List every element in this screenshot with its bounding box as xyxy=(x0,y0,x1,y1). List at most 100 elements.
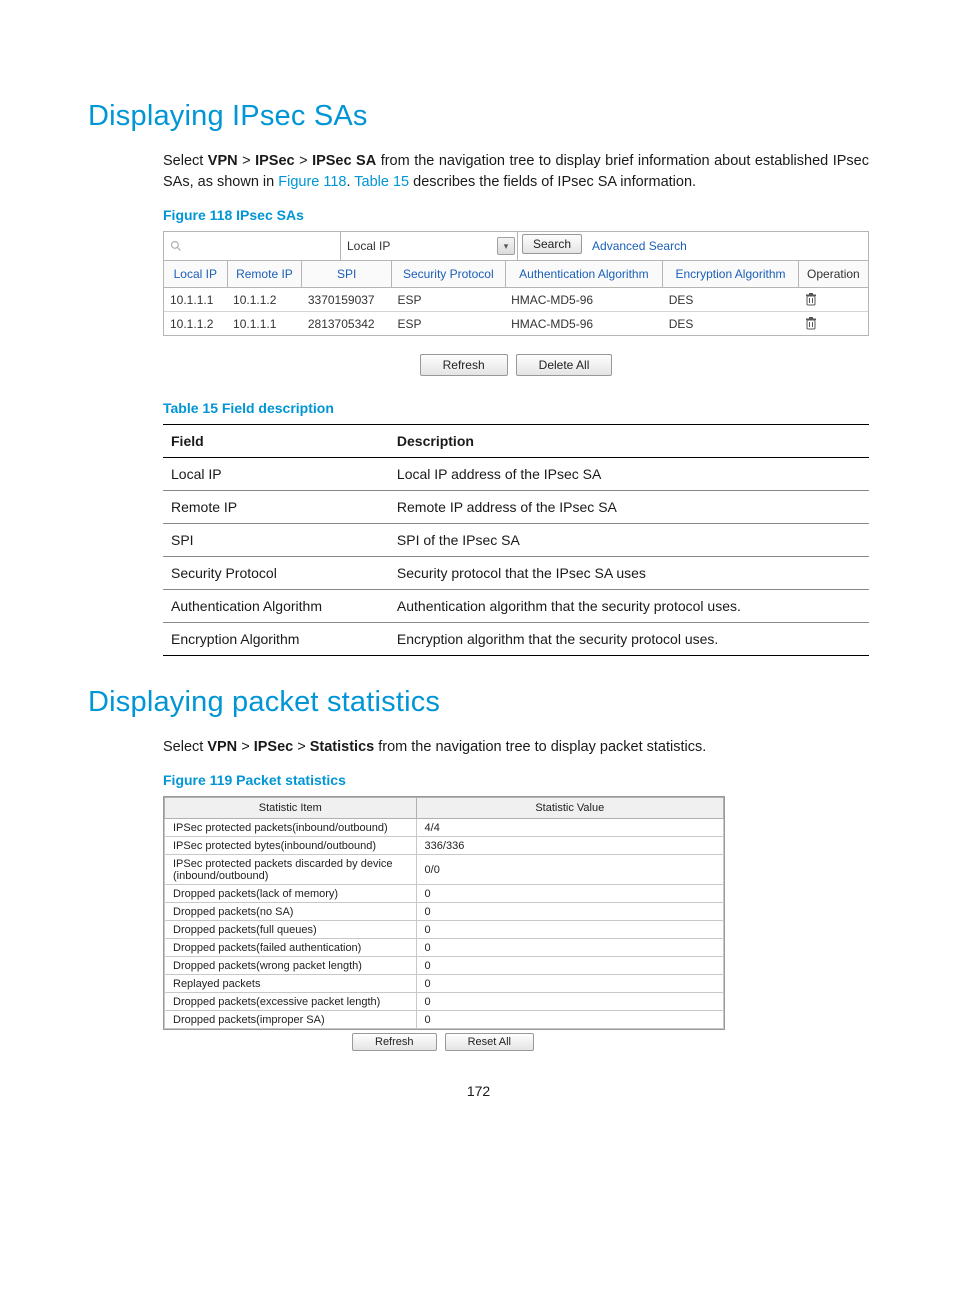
stat-item-cell: Dropped packets(no SA) xyxy=(165,903,417,921)
sa-header[interactable]: Authentication Algorithm xyxy=(505,261,663,288)
sa-header[interactable]: Security Protocol xyxy=(392,261,506,288)
para-ipsec-sa-nav: Select VPN > IPSec > IPSec SA from the n… xyxy=(163,151,869,193)
cell: 10.1.1.2 xyxy=(227,288,302,312)
table-row: Dropped packets(full queues)0 xyxy=(165,921,724,939)
bold-text: VPN xyxy=(207,739,237,755)
page-number: 172 xyxy=(88,1083,869,1099)
bold-text: IPSec xyxy=(255,153,295,169)
stat-item-cell: Dropped packets(improper SA) xyxy=(165,1011,417,1029)
cell: 10.1.1.2 xyxy=(164,312,227,336)
description-cell: Security protocol that the IPsec SA uses xyxy=(389,557,869,590)
cell: 10.1.1.1 xyxy=(164,288,227,312)
text: > xyxy=(237,739,254,755)
bold-text: IPSec xyxy=(254,739,294,755)
stats-table: Statistic Item Statistic Value IPSec pro… xyxy=(164,797,724,1029)
field-cell: Encryption Algorithm xyxy=(163,623,389,656)
stat-value-cell: 0/0 xyxy=(416,855,723,885)
sa-header[interactable]: Encryption Algorithm xyxy=(663,261,799,288)
search-icon xyxy=(170,240,182,252)
description-cell: Authentication algorithm that the securi… xyxy=(389,590,869,623)
table-row: IPSec protected packets(inbound/outbound… xyxy=(165,819,724,837)
stat-value-cell: 0 xyxy=(416,921,723,939)
chevron-down-icon: ▾ xyxy=(497,237,515,255)
refresh-button[interactable]: Refresh xyxy=(420,354,508,376)
table-row: IPSec protected packets discarded by dev… xyxy=(165,855,724,885)
table-row: 10.1.1.110.1.1.23370159037ESPHMAC-MD5-96… xyxy=(164,288,868,312)
cell: 2813705342 xyxy=(302,312,392,336)
table-row: Replayed packets0 xyxy=(165,975,724,993)
cell: HMAC-MD5-96 xyxy=(505,312,663,336)
stat-item-cell: IPSec protected bytes(inbound/outbound) xyxy=(165,837,417,855)
table-row: Authentication AlgorithmAuthentication a… xyxy=(163,590,869,623)
sa-header[interactable]: Operation xyxy=(798,261,868,288)
ipsec-sa-table: Local IPRemote IPSPISecurity ProtocolAut… xyxy=(164,261,868,335)
description-cell: Local IP address of the IPsec SA xyxy=(389,458,869,491)
text: Select xyxy=(163,739,207,755)
stat-value-cell: 4/4 xyxy=(416,819,723,837)
cell: DES xyxy=(663,312,799,336)
inline-link[interactable]: Table 15 xyxy=(354,174,409,190)
trash-icon[interactable] xyxy=(804,292,862,307)
description-cell: Remote IP address of the IPsec SA xyxy=(389,491,869,524)
table-15-header-field: Field xyxy=(163,425,389,458)
table-row: Security ProtocolSecurity protocol that … xyxy=(163,557,869,590)
sa-header[interactable]: Local IP xyxy=(164,261,227,288)
figure-119-ui: Statistic Item Statistic Value IPSec pro… xyxy=(163,796,725,1030)
cell: ESP xyxy=(392,288,506,312)
field-cell: Remote IP xyxy=(163,491,389,524)
bold-text: Statistics xyxy=(310,739,374,755)
text: > xyxy=(295,153,312,169)
field-cell: SPI xyxy=(163,524,389,557)
stat-value-cell: 0 xyxy=(416,957,723,975)
text: describes the fields of IPsec SA informa… xyxy=(409,174,696,190)
bold-text: IPSec SA xyxy=(312,153,376,169)
field-cell: Authentication Algorithm xyxy=(163,590,389,623)
table-row: Dropped packets(improper SA)0 xyxy=(165,1011,724,1029)
operation-cell xyxy=(798,288,868,312)
table-row: Dropped packets(lack of memory)0 xyxy=(165,885,724,903)
table-15-caption: Table 15 Field description xyxy=(163,400,869,416)
search-input[interactable] xyxy=(164,232,341,260)
stat-value-cell: 0 xyxy=(416,993,723,1011)
table-15-header-description: Description xyxy=(389,425,869,458)
text: > xyxy=(293,739,310,755)
cell: 3370159037 xyxy=(302,288,392,312)
table-row: Dropped packets(no SA)0 xyxy=(165,903,724,921)
advanced-search-link[interactable]: Advanced Search xyxy=(586,232,693,260)
reset-all-button[interactable]: Reset All xyxy=(445,1033,534,1051)
stats-refresh-button[interactable]: Refresh xyxy=(352,1033,437,1051)
cell: HMAC-MD5-96 xyxy=(505,288,663,312)
text: > xyxy=(238,153,255,169)
trash-icon[interactable] xyxy=(804,316,862,331)
delete-all-button[interactable]: Delete All xyxy=(516,354,613,376)
cell: ESP xyxy=(392,312,506,336)
search-field-dropdown[interactable]: Local IP ▾ xyxy=(341,232,518,260)
stat-item-cell: Dropped packets(wrong packet length) xyxy=(165,957,417,975)
table-row: Local IPLocal IP address of the IPsec SA xyxy=(163,458,869,491)
text: Select xyxy=(163,153,208,169)
table-row: Dropped packets(failed authentication)0 xyxy=(165,939,724,957)
field-cell: Local IP xyxy=(163,458,389,491)
heading-displaying-packet-statistics: Displaying packet statistics xyxy=(88,686,869,719)
operation-cell xyxy=(798,312,868,336)
table-row: SPISPI of the IPsec SA xyxy=(163,524,869,557)
inline-link[interactable]: Figure 118 xyxy=(278,174,346,190)
description-cell: Encryption algorithm that the security p… xyxy=(389,623,869,656)
heading-displaying-ipsec-sas: Displaying IPsec SAs xyxy=(88,100,869,133)
search-button[interactable]: Search xyxy=(522,234,582,254)
cell: DES xyxy=(663,288,799,312)
table-row: Encryption AlgorithmEncryption algorithm… xyxy=(163,623,869,656)
stat-item-cell: Dropped packets(lack of memory) xyxy=(165,885,417,903)
search-bar: Local IP ▾ Search Advanced Search xyxy=(164,232,868,261)
stat-item-cell: Dropped packets(excessive packet length) xyxy=(165,993,417,1011)
para-statistics-nav: Select VPN > IPSec > Statistics from the… xyxy=(163,737,869,758)
sa-header[interactable]: SPI xyxy=(302,261,392,288)
stat-value-cell: 336/336 xyxy=(416,837,723,855)
stats-header-item: Statistic Item xyxy=(165,798,417,819)
stat-item-cell: Dropped packets(failed authentication) xyxy=(165,939,417,957)
table-row: Dropped packets(excessive packet length)… xyxy=(165,993,724,1011)
table-row: Dropped packets(wrong packet length)0 xyxy=(165,957,724,975)
stat-item-cell: Replayed packets xyxy=(165,975,417,993)
sa-header[interactable]: Remote IP xyxy=(227,261,302,288)
stat-value-cell: 0 xyxy=(416,975,723,993)
